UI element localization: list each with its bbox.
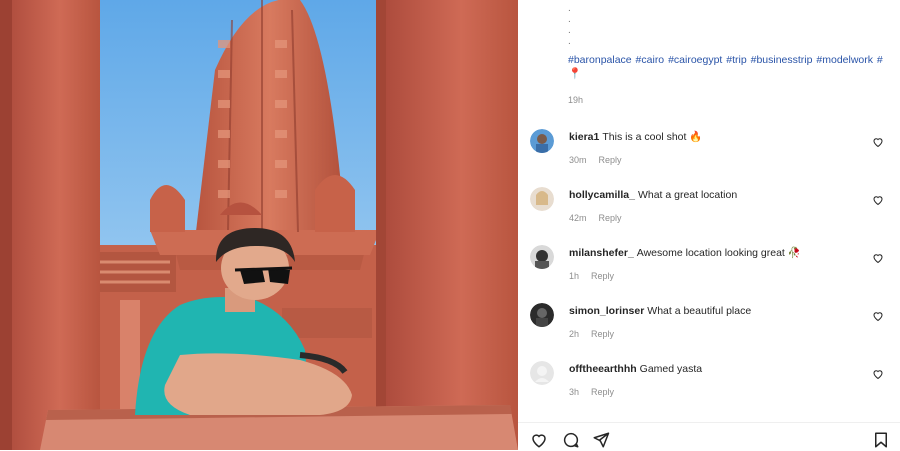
post-photo[interactable] xyxy=(0,0,518,450)
avatar[interactable] xyxy=(530,129,554,153)
comment-time: 1h xyxy=(569,271,580,281)
avatar[interactable] xyxy=(530,187,554,211)
heart-icon[interactable] xyxy=(872,252,884,264)
comment-item: hollycamilla_ What a great location 42m Re… xyxy=(530,182,900,240)
comment-line: hollycamilla_ What a great location xyxy=(569,189,869,202)
reply-button[interactable]: Reply xyxy=(599,155,622,165)
heart-icon[interactable] xyxy=(872,310,884,322)
comment-line: kiera1 This is a cool shot 🔥 xyxy=(569,131,869,144)
comment-username[interactable]: milanshefer_ xyxy=(569,247,634,259)
comment-line: offtheearthhh Gamed yasta xyxy=(569,363,869,376)
comment-time: 42m xyxy=(569,213,587,223)
avatar[interactable] xyxy=(530,245,554,269)
post-viewer: . . . . #baronpalace #cairo #cairoegypt … xyxy=(0,0,900,450)
comment-line: simon_lorinser What a beautiful place xyxy=(569,305,869,318)
comment-text: Gamed yasta xyxy=(639,363,703,375)
comment-time: 2h xyxy=(569,329,580,339)
round-pushpin-icon: 📍 xyxy=(568,68,582,80)
reply-button[interactable]: Reply xyxy=(591,387,614,397)
comment-body: offtheearthhh Gamed yasta 3h Reply xyxy=(569,363,869,397)
comment-body: simon_lorinser What a beautiful place 2h R… xyxy=(569,305,869,339)
comment-text: Awesome location looking great 🥀 xyxy=(636,247,801,259)
caption-dot: . xyxy=(568,36,571,47)
reply-button[interactable]: Reply xyxy=(591,271,614,281)
comment-body: hollycamilla_ What a great location 42m Re… xyxy=(569,189,869,223)
comment-text: What a great location xyxy=(637,189,738,201)
reply-button[interactable]: Reply xyxy=(591,329,614,339)
hashtag-links[interactable]: #baronpalace #cairo #cairoegypt #trip #b… xyxy=(568,54,883,66)
comment-item: kiera1 This is a cool shot 🔥 30m Reply xyxy=(530,124,900,182)
comment-item: offtheearthhh Gamed yasta 3h Reply xyxy=(530,356,900,414)
action-bar xyxy=(518,422,900,451)
comment-username[interactable]: hollycamilla_ xyxy=(569,189,635,201)
caption-dots: . . . . xyxy=(568,0,898,47)
bookmark-icon[interactable] xyxy=(872,431,890,449)
comment-item: simon_lorinser What a beautiful place 2h R… xyxy=(530,298,900,356)
comment-meta: 42m Reply xyxy=(569,213,869,223)
heart-icon[interactable] xyxy=(872,194,884,206)
comment-text: What a beautiful place xyxy=(647,305,752,317)
comment-meta: 3h Reply xyxy=(569,387,869,397)
comment-line: milanshefer_ Awesome location looking gre… xyxy=(569,247,869,260)
comment-meta: 2h Reply xyxy=(569,329,869,339)
comment-item: milanshefer_ Awesome location looking gre… xyxy=(530,240,900,298)
caption-dot: . xyxy=(568,3,571,14)
comment-username[interactable]: offtheearthhh xyxy=(569,363,637,375)
post-time-ago: 19h xyxy=(568,95,584,105)
comment-body: milanshefer_ Awesome location looking gre… xyxy=(569,247,869,281)
comment-body: kiera1 This is a cool shot 🔥 30m Reply xyxy=(569,131,869,165)
caption-dot: . xyxy=(568,14,571,25)
comment-username[interactable]: kiera1 xyxy=(569,131,599,143)
caption-hashtags[interactable]: #baronpalace #cairo #cairoegypt #trip #b… xyxy=(568,53,898,81)
avatar[interactable] xyxy=(530,303,554,327)
comment-meta: 30m Reply xyxy=(569,155,869,165)
heart-icon[interactable] xyxy=(872,368,884,380)
comment-text: This is a cool shot 🔥 xyxy=(602,131,703,143)
caption-dot: . xyxy=(568,25,571,36)
photo-illustration xyxy=(0,0,518,450)
heart-icon[interactable] xyxy=(530,431,548,449)
post-caption: . . . . #baronpalace #cairo #cairoegypt … xyxy=(568,0,898,105)
reply-button[interactable]: Reply xyxy=(599,213,622,223)
comment-meta: 1h Reply xyxy=(569,271,869,281)
share-icon[interactable] xyxy=(592,431,610,449)
heart-icon[interactable] xyxy=(872,136,884,148)
comment-time: 30m xyxy=(569,155,587,165)
avatar[interactable] xyxy=(530,361,554,385)
comment-icon[interactable] xyxy=(562,431,580,449)
comment-time: 3h xyxy=(569,387,580,397)
comment-username[interactable]: simon_lorinser xyxy=(569,305,644,317)
comment-list: kiera1 This is a cool shot 🔥 30m Reply hol… xyxy=(530,124,900,414)
post-side-panel: . . . . #baronpalace #cairo #cairoegypt … xyxy=(518,0,900,450)
